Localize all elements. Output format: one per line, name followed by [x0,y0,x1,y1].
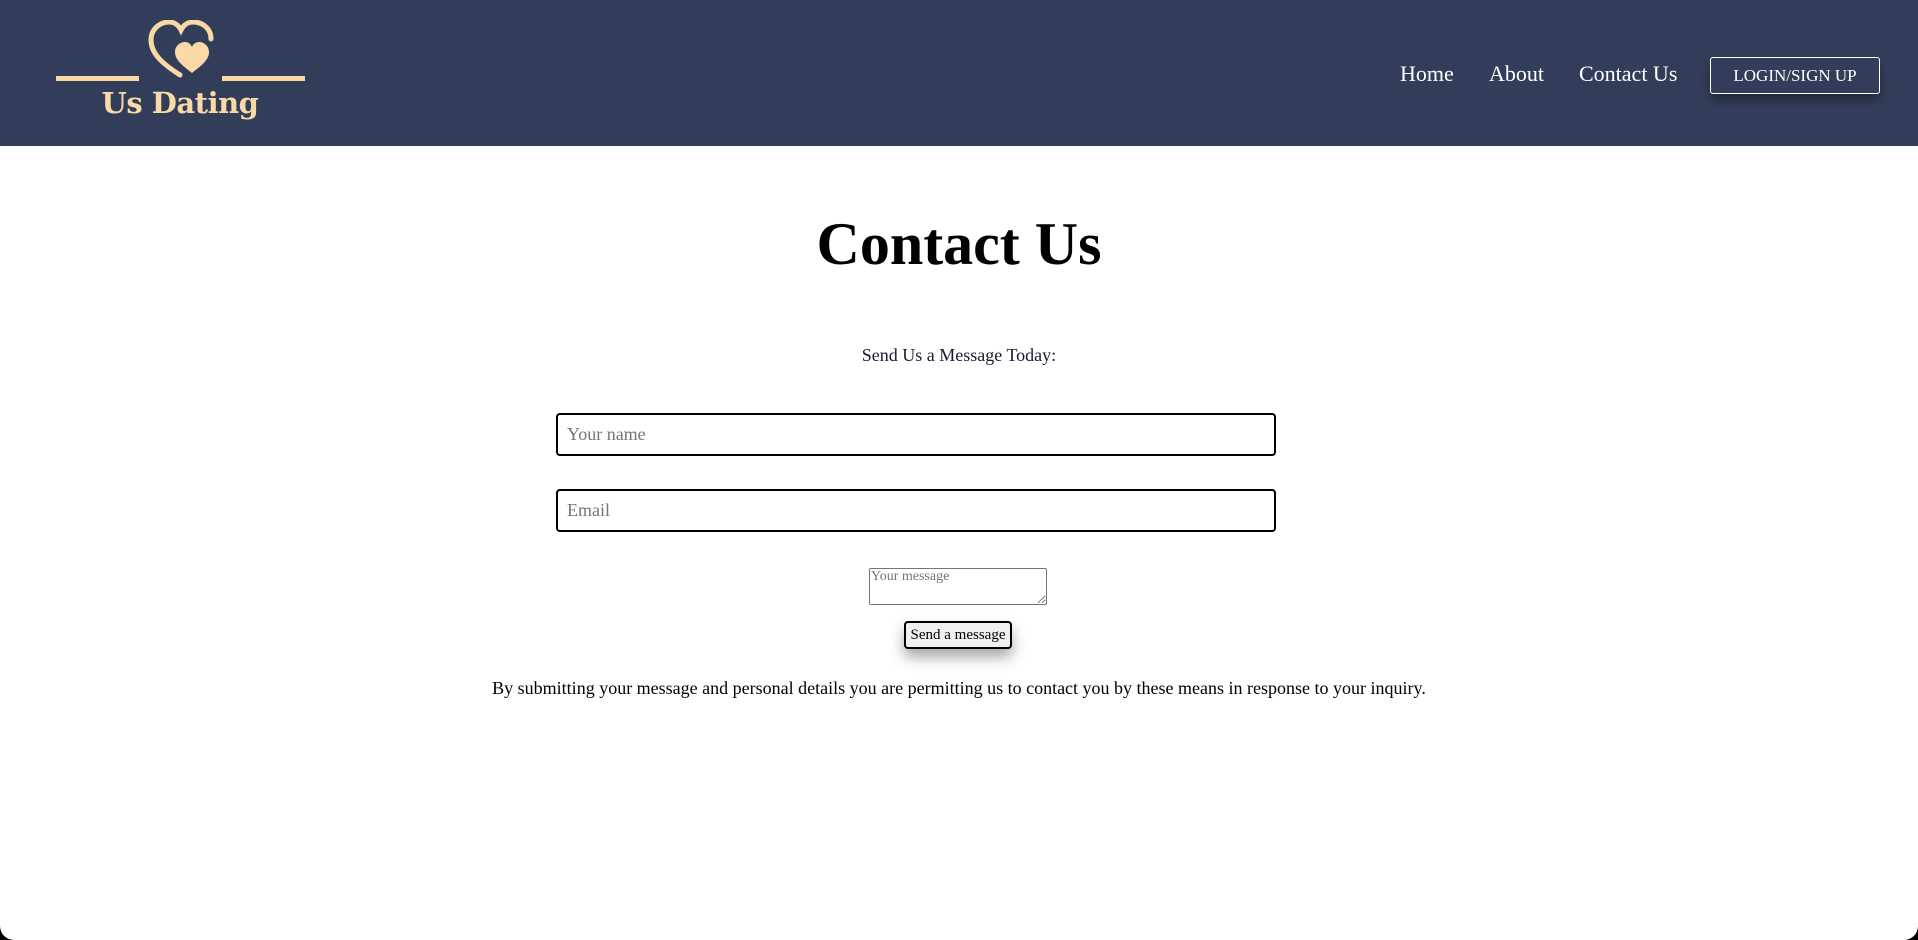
login-signup-button[interactable]: LOGIN/SIGN UP [1710,57,1880,94]
disclaimer-text: By submitting your message and personal … [492,678,1426,698]
form-subtitle: Send Us a Message Today: [861,345,1057,365]
nav-home[interactable]: Home [1400,61,1454,87]
name-input[interactable] [556,413,1276,456]
send-message-button[interactable]: Send a message [904,621,1012,649]
page-title: Contact Us [816,211,1102,277]
nav-contact-us[interactable]: Contact Us [1579,61,1677,87]
navbar: Us Dating Home About Contact Us LOGIN/SI… [0,0,1918,146]
double-heart-icon [56,20,305,81]
nav-about[interactable]: About [1489,61,1544,87]
email-input[interactable] [556,489,1276,532]
logo[interactable]: Us Dating [55,20,305,130]
logo-text: Us Dating [101,86,259,120]
message-textarea[interactable] [869,568,1047,605]
page: Us Dating Home About Contact Us LOGIN/SI… [0,0,1918,940]
